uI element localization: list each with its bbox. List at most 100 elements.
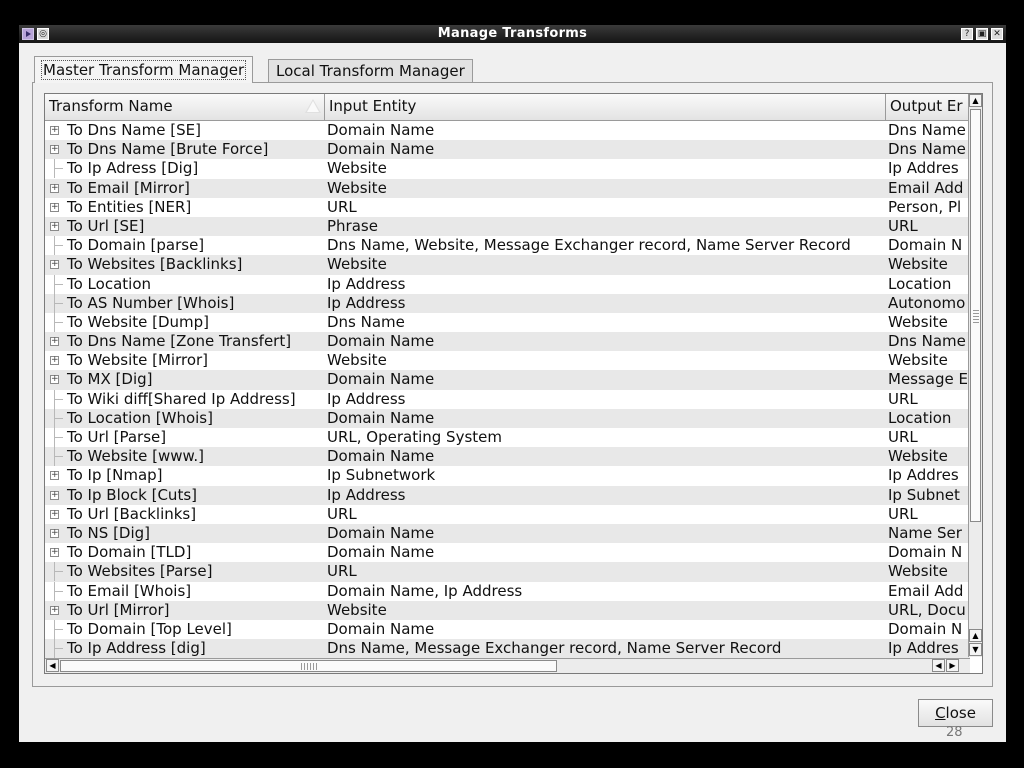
input-entity-cell: Domain Name xyxy=(327,370,435,389)
expand-icon[interactable]: + xyxy=(50,509,59,519)
tab-master-transform-manager[interactable]: Master Transform Manager xyxy=(34,56,254,83)
expand-icon[interactable]: + xyxy=(50,528,59,538)
table-row[interactable]: To Email [Whois] Domain Name, Ip Address E… xyxy=(45,581,970,601)
column-header-input-entity[interactable]: Input Entity xyxy=(325,94,886,121)
tab-label: Local Transform Manager xyxy=(276,62,465,80)
input-entity-cell: Domain Name xyxy=(327,447,435,466)
expand-icon[interactable]: + xyxy=(50,260,59,270)
transform-name: To Email [Mirror] xyxy=(67,178,190,197)
transform-name: To Websites [Backlinks] xyxy=(67,255,243,274)
table-row[interactable]: + To Domain [TLD] Domain Name Domain N xyxy=(45,543,970,562)
table-body: + To Dns Name [SE] Domain Name Dns Name + To … xyxy=(45,121,970,659)
close-icon[interactable]: ✕ xyxy=(991,28,1003,40)
scroll-up-icon[interactable]: ▲ xyxy=(969,94,982,107)
titlebar[interactable]: ◎ Manage Transforms ? ▣ ✕ xyxy=(19,25,1006,43)
table-row[interactable]: + To MX [Dig] Domain Name Message E xyxy=(45,370,970,390)
table-row[interactable]: To Location [Whois] Domain Name Location xyxy=(45,408,970,428)
expand-icon[interactable]: + xyxy=(50,375,59,385)
column-header-output-entity[interactable]: Output Er xyxy=(886,94,970,121)
transform-name: To Websites [Parse] xyxy=(67,562,213,581)
output-entity-cell: Dns Name xyxy=(888,121,966,139)
table-row[interactable]: To Website [www.] Domain Name Website xyxy=(45,447,970,467)
tree-line-icon xyxy=(54,236,63,256)
table-row[interactable]: + To Url [Backlinks] URL URL xyxy=(45,505,970,524)
tree-line-icon xyxy=(54,619,63,639)
expand-icon[interactable]: + xyxy=(50,126,59,135)
horizontal-scroll-thumb[interactable] xyxy=(60,660,557,672)
tree-line-icon xyxy=(54,293,63,313)
expand-icon[interactable]: + xyxy=(50,490,59,500)
output-entity-cell: Website xyxy=(888,312,948,331)
table-row[interactable]: + To Website [Mirror] Website Website xyxy=(45,351,970,370)
expand-icon[interactable]: + xyxy=(50,221,59,231)
transform-name: To Domain [parse] xyxy=(67,236,205,255)
transform-name-cell: + To NS [Dig] xyxy=(45,524,325,543)
transform-name: To Website [Dump] xyxy=(67,312,210,331)
tab-local-transform-manager[interactable]: Local Transform Manager xyxy=(268,59,473,83)
input-entity-cell: Website xyxy=(327,159,387,178)
input-entity-cell: Dns Name xyxy=(327,312,405,331)
input-entity-cell: Ip Address xyxy=(327,485,406,504)
table-row[interactable]: + To Websites [Backlinks] Website Website xyxy=(45,255,970,275)
table-row[interactable]: + To Dns Name [Zone Transfert] Domain Name… xyxy=(45,332,970,352)
transform-name-cell: + To Email [Mirror] xyxy=(45,179,325,198)
input-entity-cell: Domain Name xyxy=(327,543,435,562)
scroll-up-icon[interactable]: ▲ xyxy=(969,629,982,642)
column-header-label: Output Er xyxy=(890,97,963,115)
expand-icon[interactable]: + xyxy=(50,145,59,155)
table-row[interactable]: To Website [Dump] Dns Name Website xyxy=(45,312,970,332)
table-row[interactable]: To Ip Adress [Dig] Website Ip Addres xyxy=(45,159,970,179)
scroll-left-icon[interactable]: ◀ xyxy=(46,659,59,672)
table-row[interactable]: + To Url [SE] Phrase URL xyxy=(45,216,970,237)
table-row[interactable]: To AS Number [Whois] Ip Address Autonomo xyxy=(45,293,970,313)
close-button[interactable]: Close xyxy=(918,699,993,727)
horizontal-scrollbar[interactable]: ◀ ◀ ▶ xyxy=(45,658,970,673)
table-row[interactable]: To Url [Parse] URL, Operating System URL xyxy=(45,428,970,447)
transforms-table: Transform Name Input Entity Output Er + T… xyxy=(44,93,983,674)
transform-name: To Domain [TLD] xyxy=(67,543,192,562)
table-row[interactable]: + To Entities [NER] URL Person, Pl xyxy=(45,198,970,217)
table-row[interactable]: + To Email [Mirror] Website Email Add xyxy=(45,178,970,198)
table-row[interactable]: + To NS [Dig] Domain Name Name Ser xyxy=(45,523,970,544)
transform-name-cell: + To Dns Name [Zone Transfert] xyxy=(45,332,325,351)
vertical-scrollbar[interactable]: ▲ ▲ ▼ xyxy=(968,94,982,657)
table-row[interactable]: To Domain [parse] Dns Name, Website, Mess… xyxy=(45,236,970,256)
transform-name: To Website [Mirror] xyxy=(67,351,209,370)
table-header: Transform Name Input Entity Output Er xyxy=(45,94,970,121)
expand-icon[interactable]: + xyxy=(50,183,59,193)
table-row[interactable]: + To Ip [Nmap] Ip Subnetwork Ip Addres xyxy=(45,466,970,485)
scroll-down-icon[interactable]: ▼ xyxy=(969,643,982,656)
input-entity-cell: Ip Address xyxy=(327,274,406,293)
tree-line-icon xyxy=(54,447,63,467)
table-row[interactable]: To Wiki diff[Shared Ip Address] Ip Addres… xyxy=(45,389,970,409)
help-icon[interactable]: ? xyxy=(961,28,973,40)
input-entity-cell: Website xyxy=(327,600,387,619)
vertical-scroll-thumb[interactable] xyxy=(970,109,981,522)
table-row[interactable]: + To Dns Name [SE] Domain Name Dns Name xyxy=(45,121,970,140)
transform-name: To Wiki diff[Shared Ip Address] xyxy=(67,389,296,408)
expand-icon[interactable]: + xyxy=(50,548,59,558)
input-entity-cell: Website xyxy=(327,255,387,274)
expand-icon[interactable]: + xyxy=(50,202,59,212)
column-header-transform-name[interactable]: Transform Name xyxy=(45,94,325,121)
table-row[interactable]: To Domain [Top Level] Domain Name Domain N xyxy=(45,619,970,639)
expand-icon[interactable]: + xyxy=(50,471,59,481)
maximize-icon[interactable]: ▣ xyxy=(976,28,988,40)
transform-name: To Url [Backlinks] xyxy=(67,504,197,523)
table-row[interactable]: To Websites [Parse] URL Website xyxy=(45,562,970,582)
transform-name: To Entities [NER] xyxy=(67,197,192,216)
input-entity-cell: Domain Name xyxy=(327,332,435,351)
scroll-right-icon[interactable]: ▶ xyxy=(946,659,959,672)
table-row[interactable]: + To Dns Name [Brute Force] Domain Name Dns… xyxy=(45,140,970,160)
table-row[interactable]: + To Url [Mirror] Website URL, Docu xyxy=(45,600,970,620)
table-row[interactable]: To Ip Address [dig] Dns Name, Message Exc… xyxy=(45,639,970,659)
expand-icon[interactable]: + xyxy=(50,605,59,615)
expand-icon[interactable]: + xyxy=(50,356,59,366)
scroll-left-icon[interactable]: ◀ xyxy=(932,659,945,672)
table-row[interactable]: + To Ip Block [Cuts] Ip Address Ip Subnet xyxy=(45,485,970,505)
transform-name: To Ip Address [dig] xyxy=(67,639,206,658)
transform-name: To Website [www.] xyxy=(67,447,205,466)
input-entity-cell: Domain Name xyxy=(327,523,435,542)
table-row[interactable]: To Location Ip Address Location xyxy=(45,274,970,294)
expand-icon[interactable]: + xyxy=(50,337,59,347)
